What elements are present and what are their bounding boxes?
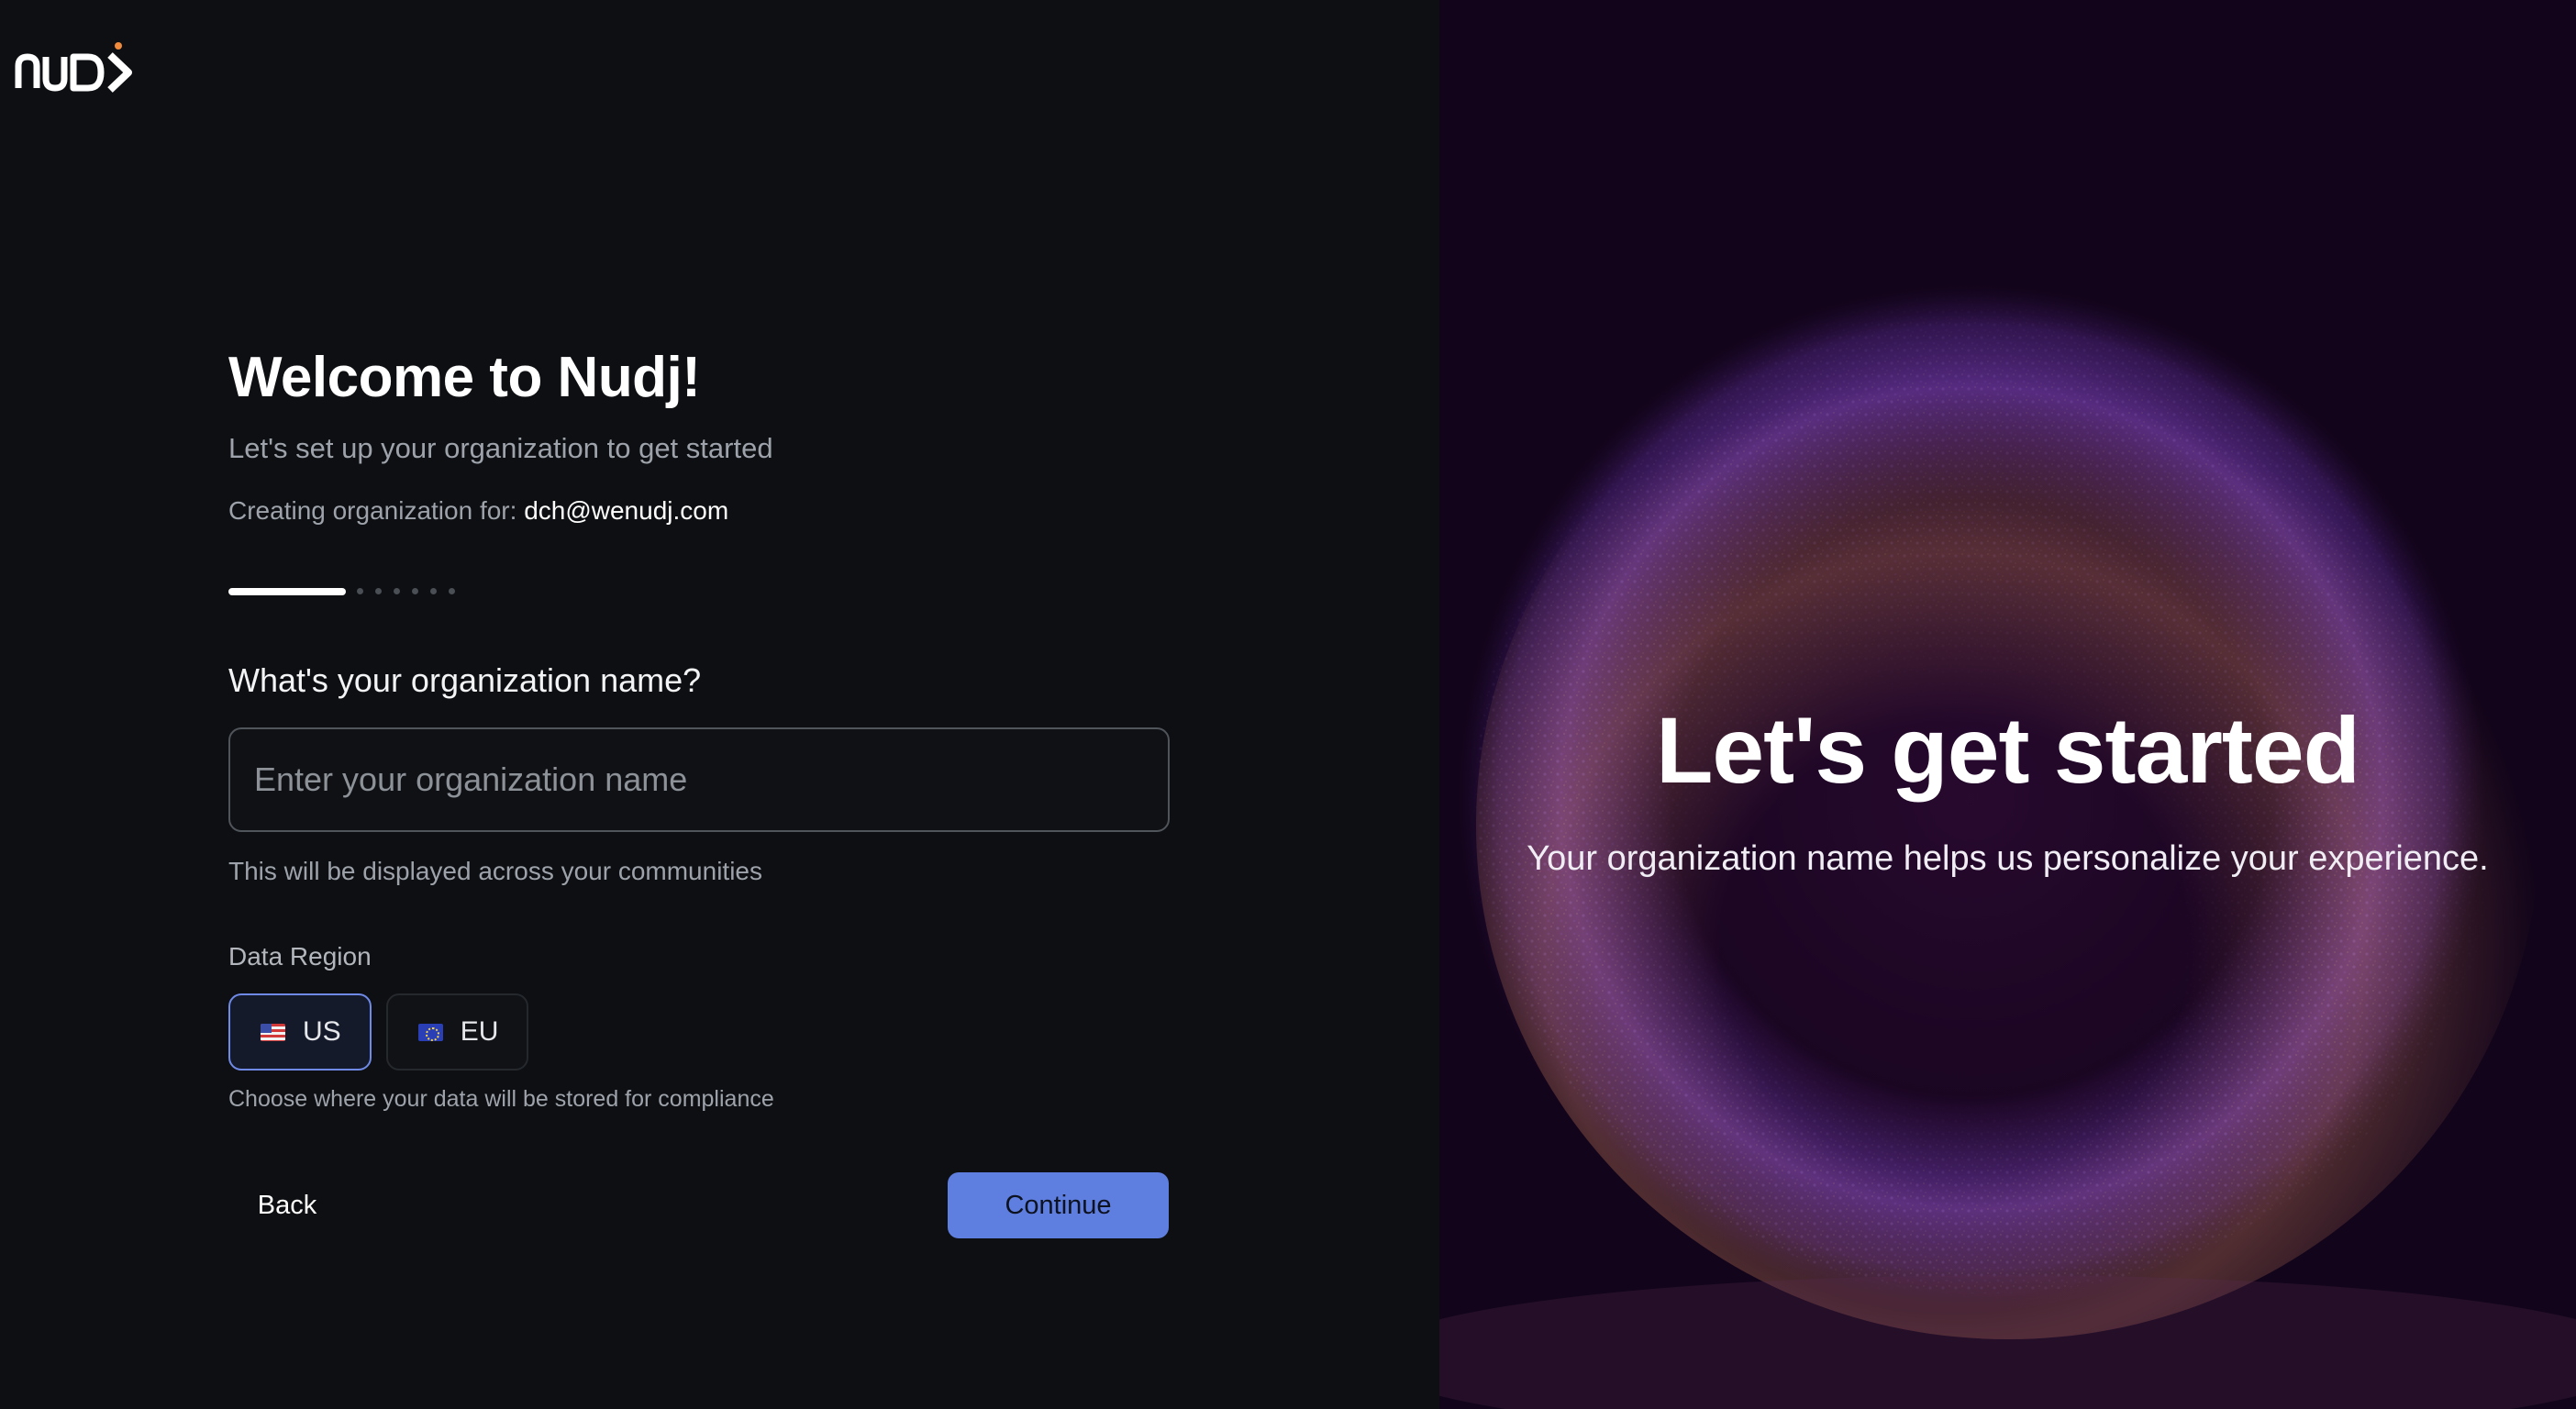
onboarding-form-panel: Welcome to Nudj! Let's set up your organ… bbox=[0, 0, 1439, 1409]
creating-for-label: Creating organization for: bbox=[228, 496, 517, 525]
step-progress-indicator bbox=[228, 587, 467, 595]
creating-for-email: dch@wenudj.com bbox=[524, 496, 729, 525]
progress-step-dot bbox=[375, 588, 382, 594]
progress-step-dot bbox=[449, 588, 455, 594]
progress-step-dot bbox=[394, 588, 400, 594]
back-button[interactable]: Back bbox=[228, 1172, 346, 1238]
region-option-label: EU bbox=[460, 1016, 499, 1047]
region-option-us[interactable]: US bbox=[228, 993, 372, 1071]
continue-button[interactable]: Continue bbox=[948, 1172, 1169, 1238]
nudj-logo bbox=[15, 42, 132, 93]
progress-step-dot bbox=[430, 588, 437, 594]
onboarding-page: Welcome to Nudj! Let's set up your organ… bbox=[0, 0, 2576, 1409]
org-name-hint: This will be displayed across your commu… bbox=[228, 857, 762, 885]
org-name-question: What's your organization name? bbox=[228, 661, 702, 699]
page-subtitle: Let's set up your organization to get st… bbox=[228, 432, 773, 464]
progress-step-dot bbox=[357, 588, 363, 594]
data-region-selector: US EU bbox=[228, 993, 543, 1071]
us-flag-icon bbox=[261, 1023, 285, 1041]
progress-step-active bbox=[228, 587, 346, 595]
page-title: Welcome to Nudj! bbox=[228, 346, 701, 409]
hero-subtitle: Your organization name helps us personal… bbox=[1527, 839, 2489, 878]
hero-panel: Let's get started Your organization name… bbox=[1439, 0, 2576, 1409]
region-option-eu[interactable]: EU bbox=[385, 993, 529, 1071]
creating-for-line: Creating organization for: dch@wenudj.co… bbox=[228, 496, 728, 526]
org-name-input[interactable] bbox=[228, 727, 1170, 832]
hero-title: Let's get started bbox=[1656, 698, 2360, 803]
region-option-label: US bbox=[303, 1016, 341, 1047]
data-region-hint: Choose where your data will be stored fo… bbox=[228, 1086, 774, 1112]
data-region-label: Data Region bbox=[228, 942, 372, 971]
eu-flag-icon bbox=[417, 1023, 443, 1041]
progress-step-dot bbox=[412, 588, 418, 594]
